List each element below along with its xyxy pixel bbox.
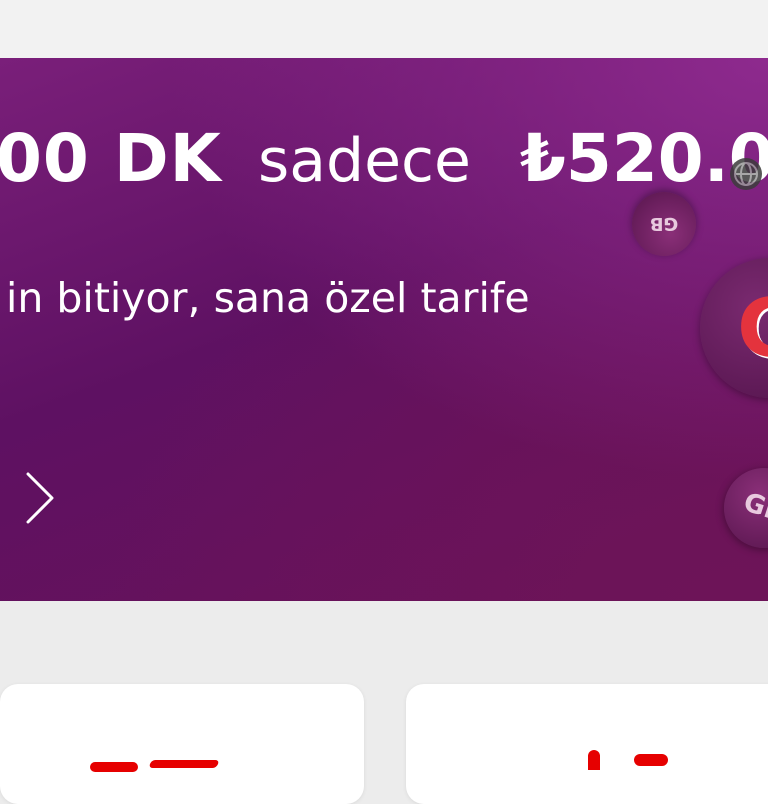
promo-subtitle: in bitiyor, sana özel tarife	[6, 274, 530, 322]
red-bars-icon	[588, 750, 600, 770]
red-bars-icon-part	[634, 754, 668, 766]
promo-minutes: 00 DK	[0, 120, 222, 197]
top-bar	[0, 0, 768, 59]
red-logo-icon	[90, 762, 138, 772]
chevron-right-icon[interactable]	[20, 468, 60, 528]
red-logo-icon-part	[148, 760, 220, 768]
gb-badge-large: G	[700, 258, 768, 398]
globe-icon	[730, 158, 762, 190]
shortcut-card-right[interactable]	[406, 684, 768, 804]
shortcut-card-left[interactable]	[0, 684, 364, 804]
gb-badge-small-top: GB	[632, 192, 696, 256]
promo-sadece: sadece	[258, 126, 471, 196]
promo-banner[interactable]: 00 DK sadece ₺520.0 GB in bitiyor, sana …	[0, 58, 768, 601]
gb-badge-small-bottom: GB	[713, 457, 768, 559]
